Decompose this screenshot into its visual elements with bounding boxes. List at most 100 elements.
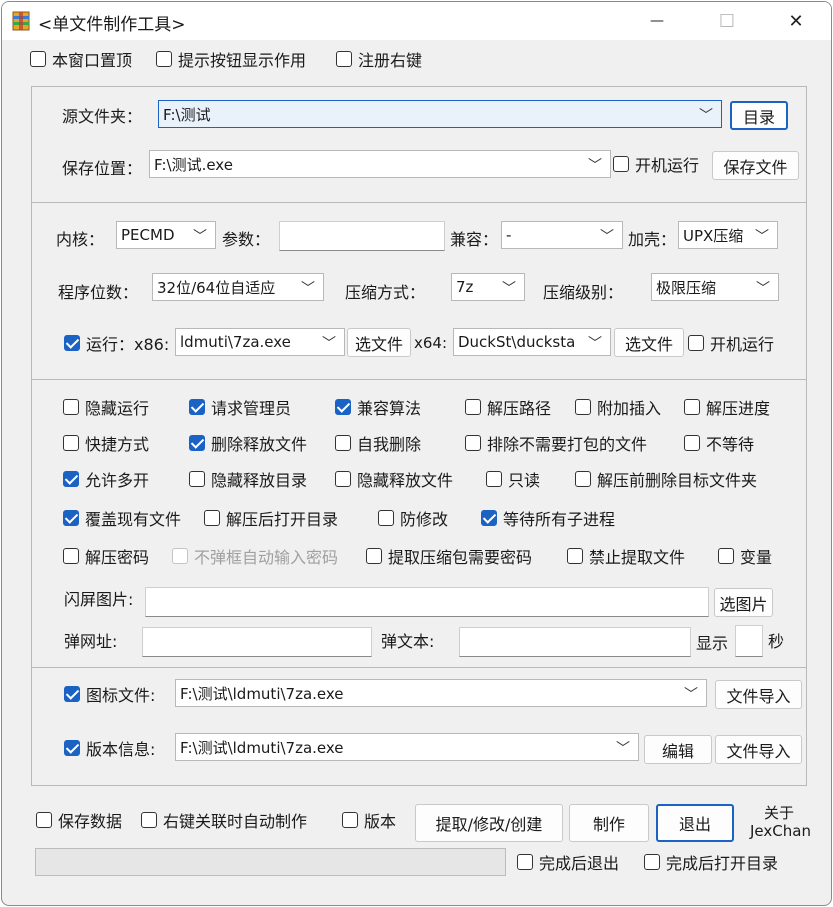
tooltip-checkbox[interactable]: 提示按钮显示作用 (156, 47, 306, 71)
run-checkbox[interactable]: 运行：x86: (64, 331, 169, 355)
choose-image-button[interactable]: 选图片 (714, 588, 773, 617)
compat-combo[interactable]: - ﹀ (501, 221, 623, 249)
combo-value: DuckSt\ducksta (458, 333, 576, 351)
checkbox-label: 快捷方式 (85, 435, 150, 454)
folder-button[interactable]: 目录 (730, 101, 788, 130)
hide-release-dir-checkbox[interactable]: 隐藏释放目录 (189, 467, 307, 491)
checkbox-label: 隐藏释放文件 (357, 471, 454, 490)
exit-button[interactable]: 退出 (656, 804, 734, 842)
checkbox-label: 兼容算法 (357, 399, 422, 418)
icon-import-button[interactable]: 文件导入 (715, 680, 802, 709)
extract-password-checkbox[interactable]: 解压密码 (63, 544, 149, 568)
params-input[interactable] (279, 221, 445, 251)
display-seconds-input[interactable] (735, 625, 763, 657)
delete-target-before-extract-checkbox[interactable]: 解压前删除目标文件夹 (575, 467, 757, 491)
splash-input[interactable] (145, 587, 709, 617)
checkbox-label: 解压前删除目标文件夹 (597, 471, 758, 490)
version-import-button[interactable]: 文件导入 (715, 735, 802, 764)
wait-subprocesses-checkbox[interactable]: 等待所有子进程 (481, 506, 615, 530)
startup-checkbox[interactable]: 开机运行 (613, 152, 699, 176)
open-dir-after-extract-checkbox[interactable]: 解压后打开目录 (204, 506, 338, 530)
exit-after-done-checkbox[interactable]: 完成后退出 (517, 850, 619, 874)
about-link[interactable]: 关于 (764, 802, 794, 823)
checkbox-label: 解压路径 (487, 399, 552, 418)
checkbox-box (64, 686, 80, 702)
compat-label: 兼容： (450, 230, 499, 249)
minimize-button[interactable]: — (622, 2, 692, 40)
bits-combo[interactable]: 32位/64位自适应 ﹀ (152, 273, 324, 301)
app-icon (12, 11, 30, 31)
x86-choose-file-button[interactable]: 选文件 (347, 328, 411, 357)
compat-algorithm-checkbox[interactable]: 兼容算法 (335, 395, 421, 419)
hide-run-checkbox[interactable]: 隐藏运行 (63, 395, 149, 419)
combo-value: F:\测试 (163, 105, 211, 124)
checkbox-box (63, 548, 79, 564)
save-data-checkbox[interactable]: 保存数据 (36, 808, 122, 832)
icon-file-combo[interactable]: F:\测试\ldmuti\7za.exe ﹀ (175, 679, 707, 707)
params-label: 参数： (222, 230, 271, 249)
readonly-checkbox[interactable]: 只读 (486, 467, 540, 491)
anti-modify-checkbox[interactable]: 防修改 (378, 506, 448, 530)
checkbox-label: 提示按钮显示作用 (178, 51, 307, 70)
checkbox-label: 保存数据 (58, 812, 123, 831)
request-admin-checkbox[interactable]: 请求管理员 (189, 395, 291, 419)
x64-file-combo[interactable]: DuckSt\ducksta ﹀ (453, 328, 611, 356)
kernel-combo[interactable]: PECMD ﹀ (116, 221, 216, 249)
save-location-combo[interactable]: F:\测试.exe ﹀ (149, 150, 611, 178)
hide-release-files-checkbox[interactable]: 隐藏释放文件 (335, 467, 453, 491)
extract-modify-create-button[interactable]: 提取/修改/创建 (415, 804, 563, 842)
version-checkbox[interactable]: 版本 (342, 808, 396, 832)
icon-file-checkbox[interactable]: 图标文件: (64, 682, 155, 706)
checkbox-box (486, 471, 502, 487)
checkbox-box (189, 471, 205, 487)
checkbox-label: 注册右键 (358, 51, 423, 70)
x64-choose-file-button[interactable]: 选文件 (614, 328, 684, 357)
popup-url-input[interactable] (142, 627, 372, 657)
checkbox-label: 开机运行 (710, 335, 775, 354)
checkbox-box (465, 435, 481, 451)
register-context-checkbox[interactable]: 注册右键 (336, 47, 422, 71)
run-startup-checkbox[interactable]: 开机运行 (688, 331, 774, 355)
minimize-icon: — (650, 13, 664, 29)
append-insert-checkbox[interactable]: 附加插入 (575, 395, 661, 419)
open-dir-after-done-checkbox[interactable]: 完成后打开目录 (644, 850, 778, 874)
compress-method-combo[interactable]: 7z ﹀ (451, 273, 525, 301)
extract-path-checkbox[interactable]: 解压路径 (465, 395, 551, 419)
combo-value: ldmuti\7za.exe (180, 333, 291, 351)
allow-multiple-checkbox[interactable]: 允许多开 (63, 467, 149, 491)
popup-text-input[interactable] (459, 627, 691, 657)
checkbox-label: 版本信息: (86, 740, 156, 759)
checkbox-label: 排除不需要打包的文件 (487, 435, 648, 454)
source-folder-combo[interactable]: F:\测试 ﹀ (158, 100, 722, 128)
self-delete-checkbox[interactable]: 自我删除 (335, 431, 421, 455)
no-wait-checkbox[interactable]: 不等待 (684, 431, 754, 455)
version-info-checkbox[interactable]: 版本信息: (64, 736, 155, 760)
close-button[interactable]: ✕ (761, 2, 831, 40)
edit-version-button[interactable]: 编辑 (644, 735, 712, 764)
compress-level-combo[interactable]: 极限压缩 ﹀ (651, 273, 779, 301)
checkbox-label: 右键关联时自动制作 (163, 812, 308, 831)
version-info-combo[interactable]: F:\测试\ldmuti\7za.exe ﹀ (175, 733, 639, 761)
topmost-checkbox[interactable]: 本窗口置顶 (30, 47, 132, 71)
checkbox-label: 解压后打开目录 (226, 510, 339, 529)
variable-checkbox[interactable]: 变量 (718, 544, 772, 568)
checkbox-label: 运行：x86: (86, 335, 170, 354)
x86-file-combo[interactable]: ldmuti\7za.exe ﹀ (175, 328, 345, 356)
overwrite-files-checkbox[interactable]: 覆盖现有文件 (63, 506, 181, 530)
make-button[interactable]: 制作 (569, 804, 649, 842)
checkbox-label: 变量 (740, 548, 773, 567)
forbid-extract-checkbox[interactable]: 禁止提取文件 (567, 544, 685, 568)
extract-needs-password-checkbox[interactable]: 提取压缩包需要密码 (366, 544, 532, 568)
title-bar[interactable]: <单文件制作工具> — ☐ ✕ (2, 2, 831, 40)
checkbox-label: 不等待 (706, 435, 755, 454)
save-file-button[interactable]: 保存文件 (712, 151, 799, 180)
auto-make-checkbox[interactable]: 右键关联时自动制作 (141, 808, 307, 832)
shortcut-checkbox[interactable]: 快捷方式 (63, 431, 149, 455)
exclude-files-checkbox[interactable]: 排除不需要打包的文件 (465, 431, 647, 455)
extract-progress-checkbox[interactable]: 解压进度 (684, 395, 770, 419)
delete-released-files-checkbox[interactable]: 删除释放文件 (189, 431, 307, 455)
shell-combo[interactable]: UPX压缩 ﹀ (678, 221, 778, 249)
checkbox-box (718, 548, 734, 564)
checkbox-box (204, 510, 220, 526)
chevron-down-icon: ﹀ (684, 687, 698, 703)
